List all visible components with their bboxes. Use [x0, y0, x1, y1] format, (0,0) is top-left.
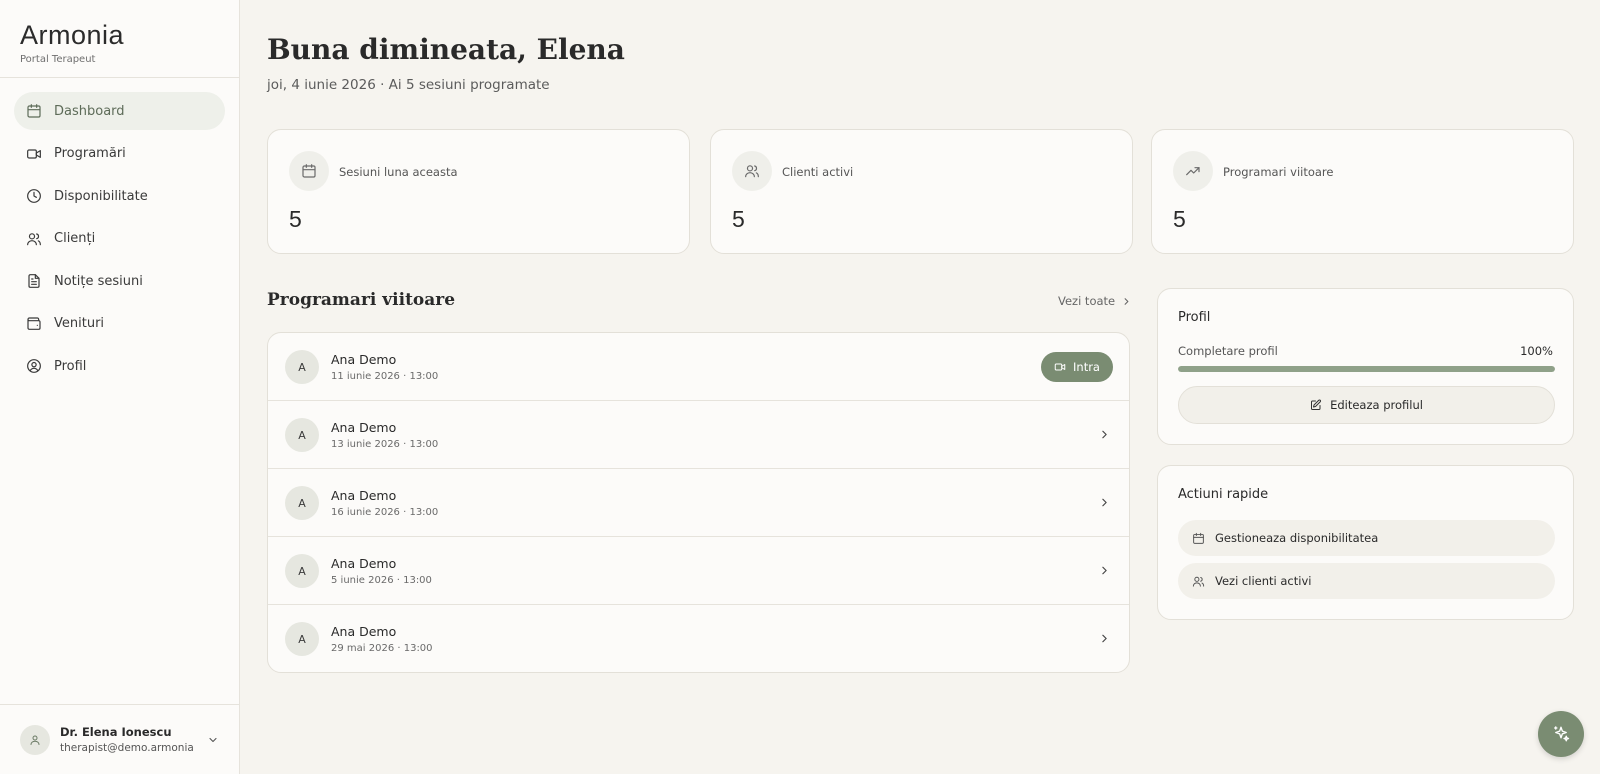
- stat-card-programari: Programari viitoare 5: [1151, 129, 1574, 254]
- user-email: therapist@demo.armonia: [60, 742, 194, 754]
- list-item[interactable]: A Ana Demo 5 iunie 2026 · 13:00: [268, 537, 1129, 605]
- quick-actions-card: Actiuni rapide Gestioneaza disponibilita…: [1157, 465, 1574, 620]
- sidebar-item-label: Notițe sesiuni: [54, 273, 143, 289]
- users-icon: [732, 151, 772, 191]
- trending-up-icon: [1173, 151, 1213, 191]
- ai-assistant-button[interactable]: [1538, 711, 1584, 757]
- sidebar-item-programari[interactable]: Programări: [14, 135, 225, 173]
- avatar: A: [285, 418, 319, 452]
- list-item[interactable]: A Ana Demo 16 iunie 2026 · 13:00: [268, 469, 1129, 537]
- manage-availability-button[interactable]: Gestioneaza disponibilitatea: [1178, 520, 1555, 556]
- appointment-date: 13 iunie 2026 · 13:00: [331, 439, 439, 450]
- sidebar-item-label: Profil: [54, 358, 87, 374]
- section-title-programari: Programari viitoare: [267, 290, 456, 310]
- chevron-right-icon[interactable]: [1098, 632, 1111, 645]
- appointment-date: 5 iunie 2026 · 13:00: [331, 575, 432, 586]
- sidebar-item-dashboard[interactable]: Dashboard: [14, 92, 225, 130]
- calendar-icon: [26, 103, 42, 119]
- video-icon: [1054, 363, 1066, 371]
- stat-value: 5: [732, 206, 745, 232]
- brand: Armonia Portal Terapeut: [0, 0, 239, 78]
- client-name: Ana Demo: [331, 420, 397, 435]
- stat-label: Sesiuni luna aceasta: [339, 165, 458, 179]
- appointment-date: 11 iunie 2026 · 13:00: [331, 371, 439, 382]
- stat-card-sesiuni: Sesiuni luna aceasta 5: [267, 129, 690, 254]
- user-menu[interactable]: Dr. Elena Ionescu therapist@demo.armonia: [0, 704, 239, 774]
- brand-name: Armonia: [20, 20, 125, 50]
- calendar-icon: [1193, 532, 1204, 544]
- profile-card-title: Profil: [1178, 310, 1211, 325]
- wallet-icon: [26, 316, 42, 332]
- avatar: A: [285, 554, 319, 588]
- avatar: [20, 724, 50, 755]
- profile-progress-bar: [1178, 366, 1555, 372]
- list-item[interactable]: A Ana Demo 13 iunie 2026 · 13:00: [268, 401, 1129, 469]
- profile-card: Profil Completare profil 100% Editeaza p…: [1157, 288, 1574, 445]
- file-text-icon: [26, 273, 42, 289]
- edit-icon: [1311, 399, 1322, 410]
- profile-completion-label: Completare profil: [1178, 344, 1278, 358]
- quick-actions-title: Actiuni rapide: [1178, 487, 1269, 502]
- chevron-right-icon[interactable]: [1098, 428, 1111, 441]
- appointment-date: 29 mai 2026 · 13:00: [331, 643, 433, 654]
- page-subtitle: joi, 4 iunie 2026 · Ai 5 sesiuni program…: [267, 77, 550, 93]
- avatar: A: [285, 622, 319, 656]
- video-icon: [26, 146, 42, 162]
- avatar: A: [285, 486, 319, 520]
- sidebar-item-notite-sesiuni[interactable]: Notițe sesiuni: [14, 262, 225, 300]
- view-active-clients-label: Vezi clienti activi: [1215, 574, 1312, 588]
- sidebar-item-label: Disponibilitate: [54, 188, 148, 204]
- stat-label: Clienti activi: [782, 165, 854, 179]
- join-label: Intra: [1073, 360, 1100, 374]
- join-session-button[interactable]: Intra: [1041, 352, 1113, 382]
- users-icon: [1192, 576, 1205, 587]
- edit-profile-button[interactable]: Editeaza profilul: [1178, 386, 1555, 424]
- chevron-right-icon[interactable]: [1098, 564, 1111, 577]
- chevron-right-icon: [1124, 297, 1129, 305]
- stat-value: 5: [289, 206, 302, 232]
- clock-icon: [26, 188, 42, 204]
- appointments-list: A Ana Demo 11 iunie 2026 · 13:00 Intra A…: [267, 332, 1130, 673]
- sidebar: Armonia Portal Terapeut Dashboard Progra…: [0, 0, 240, 774]
- sidebar-item-clienti[interactable]: Clienți: [14, 220, 225, 258]
- sidebar-item-label: Venituri: [54, 316, 105, 331]
- profile-progress-fill: [1178, 366, 1555, 372]
- manage-availability-label: Gestioneaza disponibilitatea: [1215, 531, 1379, 545]
- sidebar-item-venituri[interactable]: Venituri: [14, 305, 225, 343]
- sidebar-item-label: Programări: [54, 146, 126, 161]
- sidebar-nav: Dashboard Programări Disponibilitate Cli…: [0, 78, 239, 385]
- chevron-down-icon[interactable]: [207, 734, 219, 746]
- stat-label: Programari viitoare: [1223, 165, 1334, 179]
- client-name: Ana Demo: [331, 352, 397, 367]
- sidebar-item-profil[interactable]: Profil: [14, 347, 225, 385]
- appointment-date: 16 iunie 2026 · 13:00: [331, 507, 439, 518]
- list-item[interactable]: A Ana Demo 29 mai 2026 · 13:00: [268, 605, 1129, 672]
- stat-card-clienti: Clienti activi 5: [710, 129, 1133, 254]
- see-all-label: Vezi toate: [1058, 294, 1116, 308]
- users-icon: [26, 231, 42, 247]
- sparkles-icon: [1553, 726, 1570, 742]
- user-info: Dr. Elena Ionescu therapist@demo.armonia: [60, 725, 194, 754]
- chevron-right-icon[interactable]: [1098, 496, 1111, 509]
- user-circle-icon: [26, 358, 42, 374]
- calendar-icon: [289, 151, 329, 191]
- profile-completion-value: 100%: [1520, 344, 1553, 358]
- edit-profile-label: Editeaza profilul: [1330, 398, 1423, 412]
- client-name: Ana Demo: [331, 488, 397, 503]
- sidebar-item-label: Dashboard: [54, 103, 125, 119]
- see-all-link[interactable]: Vezi toate: [1058, 294, 1132, 308]
- list-item[interactable]: A Ana Demo 11 iunie 2026 · 13:00 Intra: [268, 333, 1129, 401]
- sidebar-item-label: Clienți: [54, 231, 96, 246]
- page-title: Buna dimineata, Elena: [267, 33, 625, 66]
- brand-subtitle: Portal Terapeut: [20, 54, 96, 65]
- client-name: Ana Demo: [331, 624, 397, 639]
- avatar: A: [285, 350, 319, 384]
- user-name: Dr. Elena Ionescu: [60, 725, 172, 739]
- view-active-clients-button[interactable]: Vezi clienti activi: [1178, 563, 1555, 599]
- user-icon: [30, 735, 40, 745]
- client-name: Ana Demo: [331, 556, 397, 571]
- sidebar-item-disponibilitate[interactable]: Disponibilitate: [14, 177, 225, 215]
- stat-value: 5: [1173, 206, 1186, 232]
